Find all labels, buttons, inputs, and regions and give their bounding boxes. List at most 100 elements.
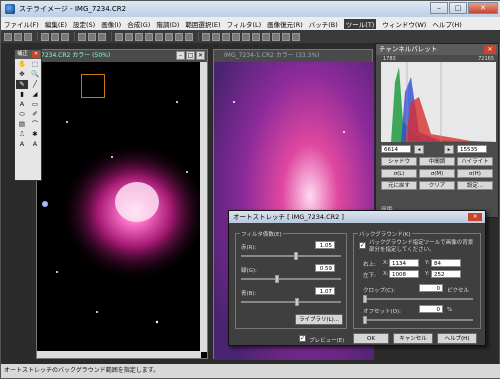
palette-button[interactable]: 元に戻す [381, 181, 417, 190]
toolbar-flat-icon[interactable] [242, 32, 250, 41]
tool-button[interactable]: ▮ [16, 90, 28, 99]
tool-button[interactable]: ✋ [16, 60, 28, 69]
tool-button[interactable]: ✐ [29, 110, 41, 119]
menu-item[interactable]: ヘルプ(H) [432, 19, 461, 29]
help-button[interactable]: ヘルプ(H) [437, 333, 477, 344]
tool-button[interactable]: ⎍ [16, 130, 28, 139]
toolbar-save-icon[interactable] [24, 32, 32, 41]
tool-button[interactable]: A [16, 140, 28, 149]
green-slider[interactable] [241, 275, 341, 283]
palette-button[interactable]: σ(M) [419, 169, 455, 178]
toolbar-color-icon[interactable] [165, 32, 173, 41]
toolbar-undo-icon[interactable] [51, 32, 59, 41]
red-slider[interactable] [241, 252, 341, 260]
clip-slider-thumb[interactable] [363, 295, 367, 303]
tool-button[interactable]: ⬭ [16, 110, 28, 119]
red-value-input[interactable]: 1.05 [315, 241, 335, 249]
tool-button[interactable]: ▤ [16, 120, 28, 129]
menu-item[interactable]: 編集(E) [45, 19, 67, 29]
offset-value-input[interactable]: 0 [419, 305, 443, 313]
menu-item[interactable]: ファイル(F) [4, 19, 39, 29]
tool-button[interactable]: A [16, 100, 28, 109]
top-right-x-field[interactable]: 1134 [389, 259, 419, 267]
toolbar-rotate-icon[interactable] [175, 32, 183, 41]
image-canvas[interactable] [37, 62, 201, 352]
toolbar-print-icon[interactable] [41, 32, 49, 41]
close-button[interactable]: ✕ [468, 2, 498, 14]
minimize-button[interactable]: – [430, 2, 448, 14]
menu-item[interactable]: ツール(T) [343, 18, 377, 29]
toolbar-batch-icon[interactable] [222, 32, 230, 41]
menu-item[interactable]: 範囲選択(E) [185, 19, 220, 29]
toolbar-composite-icon[interactable] [272, 32, 280, 41]
tool-button[interactable]: ✎ [16, 80, 28, 89]
horizontal-scrollbar[interactable] [37, 351, 201, 358]
toolbar-level-icon[interactable] [145, 32, 153, 41]
dialog-close-button[interactable]: ✕ [468, 213, 482, 221]
tool-button[interactable]: ⌒ [29, 120, 41, 129]
image-close-button[interactable]: ✕ [196, 51, 205, 60]
blue-slider[interactable] [241, 298, 341, 306]
tool-button[interactable]: ⬚ [29, 60, 41, 69]
toolbar-curve-icon[interactable] [155, 32, 163, 41]
background-selection-box[interactable] [81, 74, 105, 98]
menu-item[interactable]: ウィンドウ(W) [382, 19, 426, 29]
toolbar-new-icon[interactable] [4, 32, 12, 41]
image-maximize-button[interactable]: □ [186, 51, 195, 60]
menu-item[interactable]: 画像(I) [101, 19, 121, 29]
palette-button[interactable]: 中間調 [419, 157, 455, 166]
toolbar-cut-icon[interactable] [78, 32, 86, 41]
palette-button[interactable]: σ(L) [381, 169, 417, 178]
clip-value-input[interactable]: 0 [419, 284, 443, 292]
menu-item[interactable]: 階調(D) [156, 19, 179, 29]
toolbar-fit-icon[interactable] [135, 32, 143, 41]
menu-item[interactable]: 設定(S) [73, 19, 95, 29]
menu-item[interactable]: 画像復元(R) [267, 19, 303, 29]
image-minimize-button[interactable]: – [176, 51, 185, 60]
palette-button[interactable]: シャドウ [381, 157, 417, 166]
image-window-primary[interactable]: 7234.CR2 カラー (50%) – □ ✕ [36, 49, 208, 359]
toolbar-paste-icon[interactable] [98, 32, 106, 41]
low-step-button[interactable]: ◂ [414, 145, 424, 154]
tool-button[interactable]: ✥ [16, 70, 28, 79]
toolbar-grid-icon[interactable] [282, 32, 290, 41]
bottom-left-y-field[interactable]: 252 [431, 270, 461, 278]
tool-button[interactable]: ╱ [29, 80, 41, 89]
toolbar-dark-icon[interactable] [252, 32, 260, 41]
offset-slider-thumb[interactable] [363, 316, 367, 324]
tool-button[interactable]: 🔍 [29, 70, 41, 79]
maximize-button[interactable]: □ [449, 2, 467, 14]
green-slider-thumb[interactable] [275, 275, 279, 283]
background-checkbox[interactable]: ✓ [359, 242, 366, 249]
toolbar-crop-icon[interactable] [185, 32, 193, 41]
tool-button[interactable]: A [29, 140, 41, 149]
tools-close-button[interactable]: ✕ [32, 51, 40, 58]
toolbar-filter-icon[interactable] [202, 32, 210, 41]
toolbar-star-icon[interactable] [232, 32, 240, 41]
library-button[interactable]: ライブラリ(L)... [295, 314, 343, 325]
toolbar-align-icon[interactable] [262, 32, 270, 41]
toolbar-zoom-in-icon[interactable] [115, 32, 123, 41]
tool-button[interactable]: ▭ [29, 100, 41, 109]
bottom-left-x-field[interactable]: 1008 [389, 270, 419, 278]
cancel-button[interactable]: キャンセル [393, 333, 433, 344]
high-level-input[interactable]: 15535 [457, 145, 487, 153]
top-right-y-field[interactable]: 84 [431, 259, 461, 267]
menu-item[interactable]: 合成(G) [127, 19, 150, 29]
red-slider-thumb[interactable] [294, 252, 298, 260]
high-step-button[interactable]: ▸ [444, 145, 454, 154]
clip-slider[interactable] [363, 295, 473, 303]
green-value-input[interactable]: 0.59 [315, 264, 335, 272]
palette-button[interactable]: σ(H) [457, 169, 493, 178]
channel-palette-close-button[interactable]: ✕ [484, 45, 496, 54]
ok-button[interactable]: OK [353, 333, 389, 344]
toolbar-copy-icon[interactable] [88, 32, 96, 41]
menu-item[interactable]: バッチ(B) [309, 19, 338, 29]
tool-button[interactable]: ◢ [29, 90, 41, 99]
low-level-input[interactable]: 6614 [381, 145, 411, 153]
preview-checkbox[interactable]: ✓ [299, 335, 306, 342]
histogram[interactable] [381, 62, 496, 142]
offset-slider[interactable] [363, 316, 473, 324]
toolbar-open-icon[interactable] [14, 32, 22, 41]
toolbar-info-icon[interactable] [292, 32, 300, 41]
